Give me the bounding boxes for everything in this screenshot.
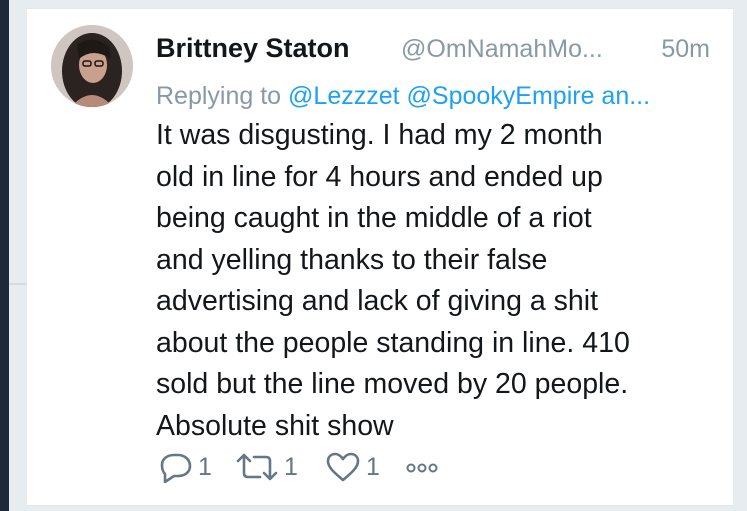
tweet-header: Brittney Staton @OmNamahMo... 50m: [156, 33, 716, 73]
tweet-card[interactable]: Brittney Staton @OmNamahMo... 50m Replyi…: [27, 8, 733, 506]
reply-button[interactable]: 1: [156, 450, 212, 484]
like-button[interactable]: 1: [324, 450, 380, 484]
author-handle[interactable]: @OmNamahMo...: [401, 35, 603, 64]
retweet-icon: [234, 451, 280, 483]
mention-link-2[interactable]: @SpookyEmpire an...: [407, 82, 651, 110]
retweet-count: 1: [284, 452, 298, 481]
tweet-text-line: being caught in the middle of a riot: [156, 202, 592, 234]
mention-link-1[interactable]: @Lezzzet: [288, 82, 400, 110]
tweet-text-line: sold but the line moved by 20 people.: [156, 368, 629, 400]
timeline-background: Brittney Staton @OmNamahMo... 50m Replyi…: [0, 0, 747, 511]
tweet-text-line: advertising and lack of giving a shit: [156, 285, 599, 317]
like-count: 1: [366, 452, 380, 481]
more-dots-icon: [403, 451, 443, 483]
reply-count: 1: [198, 452, 212, 481]
tweet-text-line: Absolute shit show: [156, 409, 394, 442]
avatar-image: [51, 25, 133, 107]
retweet-button[interactable]: 1: [234, 450, 298, 484]
tweet-text-line: It was disgusting. I had my 2 month: [156, 119, 603, 151]
replying-to-label: Replying to: [156, 82, 282, 110]
timestamp[interactable]: 50m: [661, 35, 710, 64]
heart-icon: [324, 451, 362, 483]
reply-icon: [156, 451, 194, 483]
tweet-text: It was disgusting. I had my 2 month old …: [156, 115, 726, 447]
replying-to: Replying to @Lezzzet @SpookyEmpire an...: [156, 82, 716, 111]
tweet-text-line: and yelling thanks to their false: [156, 243, 548, 276]
author-name[interactable]: Brittney Staton: [156, 33, 350, 64]
left-panel-edge: [0, 0, 9, 511]
avatar[interactable]: [51, 25, 133, 107]
tweet-text-line: about the people standing in line. 410: [156, 326, 630, 359]
tweet-text-line: old in line for 4 hours and ended up: [156, 160, 603, 193]
more-button[interactable]: [403, 450, 443, 484]
tweet-actions: 1 1 1: [156, 450, 556, 484]
